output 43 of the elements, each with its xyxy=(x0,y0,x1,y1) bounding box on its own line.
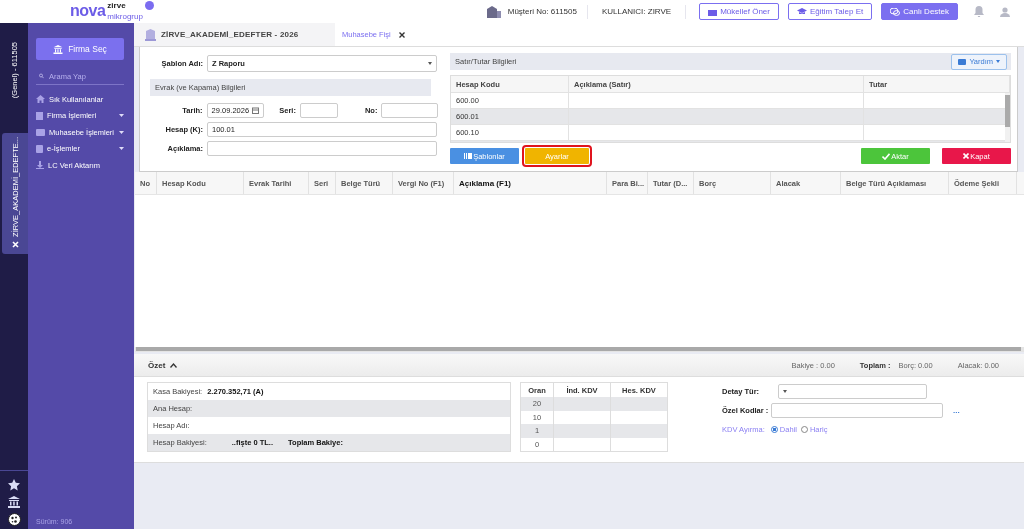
training-button[interactable]: Eğitim Talep Et xyxy=(788,3,873,20)
cookie-icon[interactable] xyxy=(7,513,21,526)
caret-icon[interactable] xyxy=(119,114,124,118)
scrollbar-thumb[interactable] xyxy=(136,347,1021,351)
company-title: ZİRVE_AKADEMİ_EDEFTER - 2026 xyxy=(161,30,299,39)
select-company-button[interactable]: Firma Seç xyxy=(36,38,124,60)
logo-wordmark: nova xyxy=(70,3,106,19)
list-icon xyxy=(464,153,473,159)
special-codes-field[interactable] xyxy=(771,403,943,418)
caret-icon xyxy=(428,62,432,65)
scrollbar-thumb[interactable] xyxy=(1005,95,1010,127)
close-icon xyxy=(963,153,970,159)
video-icon xyxy=(958,58,967,65)
search-icon xyxy=(39,72,44,80)
caret-icon xyxy=(996,60,1000,63)
bank-icon[interactable] xyxy=(8,496,20,508)
suggest-button[interactable]: Mükellef Öner xyxy=(699,3,779,20)
description-field[interactable] xyxy=(207,141,437,156)
series-field[interactable] xyxy=(299,103,338,118)
home-icon xyxy=(36,95,45,104)
chevron-icon[interactable] xyxy=(170,362,178,368)
customer-number: Müşteri No: 611505 xyxy=(507,7,577,16)
check-icon xyxy=(882,152,891,160)
star-icon[interactable] xyxy=(8,479,20,491)
number-field[interactable] xyxy=(381,103,438,118)
document-icon xyxy=(36,144,43,153)
close-icon[interactable] xyxy=(398,31,405,38)
summary-toggle[interactable]: Özet xyxy=(148,360,178,370)
bank-icon xyxy=(53,44,64,54)
column-header[interactable]: Açıklama (F1) xyxy=(454,172,607,194)
caret-icon xyxy=(783,390,787,393)
caret-icon[interactable] xyxy=(119,130,124,134)
logo-text: zirve xyxy=(107,1,127,10)
download-icon xyxy=(36,161,44,170)
logo-badge-icon xyxy=(144,1,154,10)
calendar-icon[interactable] xyxy=(252,107,260,114)
graduation-cap-icon xyxy=(797,8,807,15)
more-link[interactable]: ... xyxy=(953,406,960,415)
support-button[interactable]: Canlı Destek xyxy=(881,3,958,20)
logo-subtext: mikrogrup xyxy=(107,12,143,21)
user-name: KULLANICI: ZIRVE xyxy=(601,7,672,16)
caret-icon[interactable] xyxy=(119,147,124,151)
chat-icon xyxy=(890,7,901,16)
